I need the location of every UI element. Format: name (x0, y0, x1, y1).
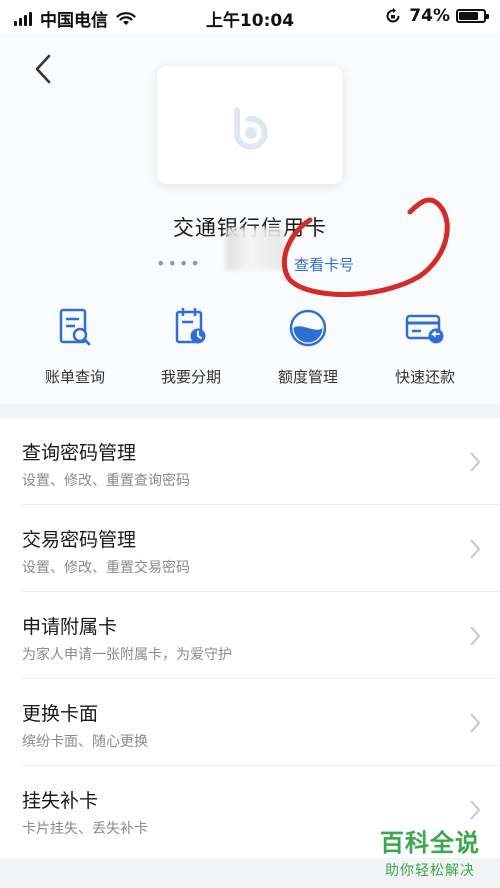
quick-repay-icon (405, 314, 444, 344)
quick-actions: 账单查询 我要分期 额度管理 快速还款 (0, 306, 500, 386)
card-header-section: 交通银行信用卡 •••• 查看卡号 账单查询 (0, 34, 500, 404)
card-number-masked: •••• (156, 254, 202, 273)
chevron-right-icon (470, 713, 481, 733)
menu-item-title: 挂失补卡 (22, 790, 99, 812)
menu-item-title: 交易密码管理 (22, 529, 137, 551)
watermark-logo: 百科全说 助你轻松解决 (370, 823, 490, 880)
chevron-right-icon (470, 626, 481, 646)
red-annotation-circle (282, 197, 450, 298)
menu-item-subtitle: 缤纷卡面、随心更换 (22, 734, 148, 750)
view-card-number-link[interactable]: 查看卡号 (294, 254, 354, 275)
bank-logo-icon (234, 107, 268, 150)
status-right: 74% (385, 6, 489, 26)
installment-icon (175, 308, 206, 344)
action-quick-repay[interactable]: 快速还款 (365, 306, 485, 387)
action-installment[interactable]: 我要分期 (131, 306, 251, 387)
menu-item-title: 申请附属卡 (22, 616, 118, 638)
chevron-right-icon (470, 800, 481, 820)
battery-percent: 74% (409, 6, 450, 26)
back-arrow-icon[interactable] (28, 50, 58, 88)
action-bill-query[interactable]: 账单查询 (15, 306, 135, 387)
menu-item-subtitle: 设置、修改、重置查询密码 (22, 473, 190, 489)
menu-item-title: 更换卡面 (22, 703, 99, 725)
menu-item-query-password[interactable]: 查询密码管理 设置、修改、重置查询密码 (0, 418, 500, 505)
settings-menu: 查询密码管理 设置、修改、重置查询密码 交易密码管理 设置、修改、重置交易密码 … (0, 418, 500, 858)
menu-item-subtitle: 设置、修改、重置交易密码 (22, 560, 190, 576)
menu-item-transaction-password[interactable]: 交易密码管理 设置、修改、重置交易密码 (0, 505, 500, 592)
menu-item-subtitle: 卡片挂失、丢失补卡 (22, 821, 148, 837)
chevron-right-icon (470, 452, 481, 472)
menu-item-subtitle: 为家人申请一张附属卡，为爱守护 (22, 647, 232, 663)
credit-limit-icon (289, 309, 327, 347)
action-label: 快速还款 (394, 368, 455, 386)
chevron-right-icon (470, 539, 481, 559)
rotation-lock-icon (386, 8, 400, 23)
status-bar: 中国电信 上午10:04 74% (0, 0, 500, 34)
action-credit-limit[interactable]: 额度管理 (248, 306, 368, 387)
menu-item-title: 查询密码管理 (22, 442, 137, 464)
credit-card-image (157, 66, 343, 184)
bill-search-icon (59, 308, 91, 346)
action-label: 我要分期 (160, 368, 221, 386)
watermark-title: 百科全说 (380, 829, 480, 857)
redacted-card-number (226, 228, 284, 270)
action-label: 账单查询 (44, 368, 105, 386)
battery-icon (456, 9, 489, 23)
action-label: 额度管理 (277, 368, 338, 386)
menu-item-supplementary-card[interactable]: 申请附属卡 为家人申请一张附属卡，为爱守护 (0, 592, 500, 679)
watermark-subtitle: 助你轻松解决 (385, 863, 475, 879)
menu-item-change-card-face[interactable]: 更换卡面 缤纷卡面、随心更换 (0, 679, 500, 766)
